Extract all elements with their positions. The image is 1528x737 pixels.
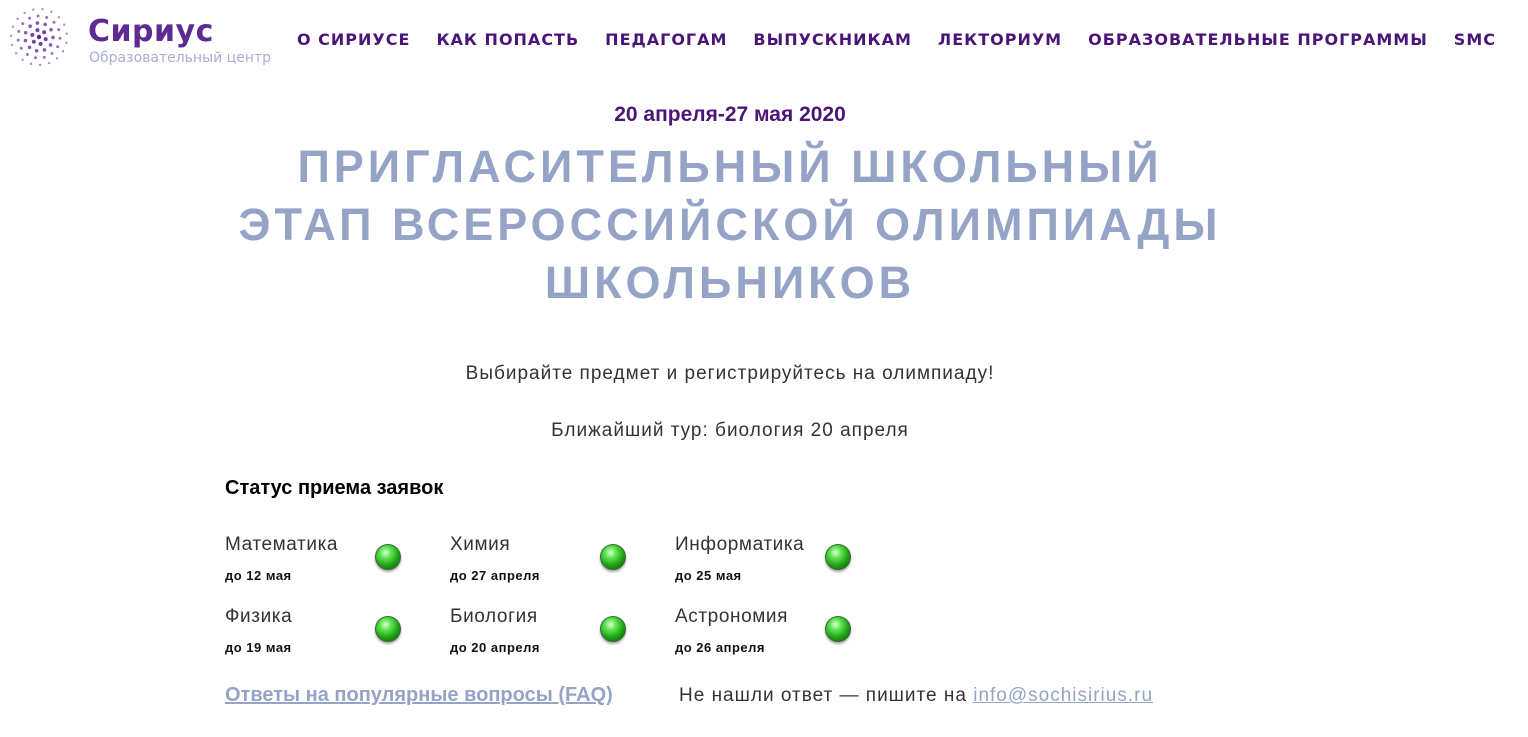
subject-name: Химия — [450, 534, 511, 555]
dot-sphere-icon — [9, 8, 68, 67]
faq-link[interactable]: Ответы на популярные вопросы (FAQ) — [225, 684, 613, 707]
subject-biology[interactable]: Биология до 20 апреля — [450, 606, 650, 656]
green-light-icon — [375, 544, 401, 570]
nav-item-admission[interactable]: КАК ПОПАСТЬ — [436, 30, 579, 52]
page-title-line-3: ШКОЛЬНИКОВ — [544, 257, 916, 308]
subject-deadline: до 25 мая — [675, 568, 742, 583]
site-logo[interactable]: Сириус Образовательный центр — [8, 6, 273, 68]
nav-item-about[interactable]: О СИРИУСЕ — [297, 30, 410, 52]
contact-text: Не нашли ответ — пишите на — [679, 685, 967, 706]
subject-chemistry[interactable]: Химия до 27 апреля — [450, 534, 650, 584]
subject-physics[interactable]: Физика до 19 мая — [225, 606, 425, 656]
green-light-icon — [825, 544, 851, 570]
green-light-icon — [600, 544, 626, 570]
subject-deadline: до 27 апреля — [450, 568, 540, 583]
contact-line: Не нашли ответ — пишите на info@sochisir… — [679, 685, 1153, 707]
nav-item-lectorium[interactable]: ЛЕКТОРИУМ — [938, 30, 1062, 52]
nav-item-smc[interactable]: SMC — [1454, 30, 1496, 52]
page-title-line-1: ПРИГЛАСИТЕЛЬНЫЙ ШКОЛЬНЫЙ — [297, 141, 1163, 192]
subject-deadline: до 20 апреля — [450, 640, 540, 655]
nav-item-programs[interactable]: ОБРАЗОВАТЕЛЬНЫЕ ПРОГРАММЫ — [1088, 30, 1428, 52]
subject-deadline: до 26 апреля — [675, 640, 765, 655]
subject-deadline: до 12 мая — [225, 568, 292, 583]
green-light-icon — [375, 616, 401, 642]
subject-name: Информатика — [675, 534, 805, 555]
page-title: ПРИГЛАСИТЕЛЬНЫЙ ШКОЛЬНЫЙ ЭТАП ВСЕРОССИЙС… — [180, 138, 1280, 312]
page-title-line-2: ЭТАП ВСЕРОССИЙСКОЙ ОЛИМПИАДЫ — [238, 199, 1222, 250]
main-nav: О СИРИУСЕ КАК ПОПАСТЬ ПЕДАГОГАМ ВЫПУСКНИ… — [297, 30, 1496, 52]
subject-name: Математика — [225, 534, 339, 555]
nav-item-graduates[interactable]: ВЫПУСКНИКАМ — [753, 30, 911, 52]
nav-item-teachers[interactable]: ПЕДАГОГАМ — [605, 30, 727, 52]
application-status-heading: Статус приема заявок — [225, 477, 444, 499]
subject-astronomy[interactable]: Астрономия до 26 апреля — [675, 606, 875, 656]
logo-title: Сириус — [88, 14, 214, 49]
call-to-action-text: Выбирайте предмет и регистрируйтесь на о… — [465, 363, 995, 384]
subject-informatics[interactable]: Информатика до 25 мая — [675, 534, 875, 584]
subject-math[interactable]: Математика до 12 мая — [225, 534, 425, 584]
subject-deadline: до 19 мая — [225, 640, 292, 655]
site-header: Сириус Образовательный центр О СИРИУСЕ К… — [0, 0, 1528, 80]
green-light-icon — [600, 616, 626, 642]
nearest-round-text: Ближайший тур: биология 20 апреля — [551, 420, 909, 441]
subject-name: Астрономия — [675, 606, 789, 627]
subject-name: Биология — [450, 606, 538, 627]
logo-subtitle: Образовательный центр — [89, 50, 272, 66]
green-light-icon — [825, 616, 851, 642]
subjects-grid: Математика до 12 мая Химия до 27 апреля … — [225, 534, 925, 674]
subject-name: Физика — [225, 606, 293, 627]
email-link[interactable]: info@sochisirius.ru — [973, 685, 1153, 706]
event-dates: 20 апреля-27 мая 2020 — [614, 103, 846, 126]
